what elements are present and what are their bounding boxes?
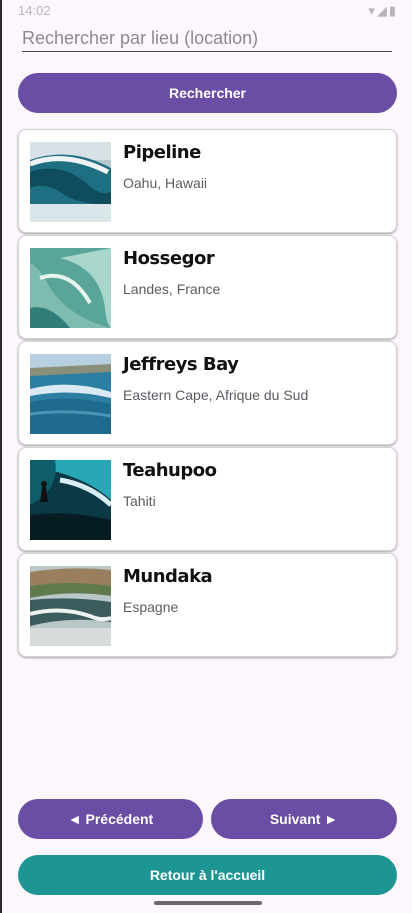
spot-name: Teahupoo	[123, 460, 217, 481]
spot-name: Jeffreys Bay	[123, 354, 239, 375]
surf-spot-list: Pipeline Oahu, Hawaii Hossegor Landes, F…	[18, 129, 397, 659]
gesture-home-indicator[interactable]	[154, 901, 262, 905]
river-mouth-wave-photo	[30, 566, 111, 646]
spot-location: Landes, France	[123, 281, 221, 297]
spot-card-jeffreys-bay[interactable]: Jeffreys Bay Eastern Cape, Afrique du Su…	[18, 341, 397, 445]
spot-location: Tahiti	[123, 493, 156, 509]
spot-location: Eastern Cape, Afrique du Sud	[123, 387, 309, 403]
coastline-wave-photo	[30, 354, 111, 434]
screen-edge	[0, 0, 2, 913]
status-icons: ▾◢▮	[368, 3, 398, 18]
spot-location: Espagne	[123, 599, 179, 615]
spot-card-pipeline[interactable]: Pipeline Oahu, Hawaii	[18, 129, 397, 233]
surfer-photo	[30, 460, 111, 540]
barrel-wave-photo	[30, 142, 111, 222]
status-time: 14:02	[18, 3, 51, 18]
curling-wave-photo	[30, 248, 111, 328]
back-to-home-button[interactable]: Retour à l'accueil	[18, 855, 397, 895]
status-bar: 14:02 ▾◢▮	[0, 0, 412, 22]
spot-name: Hossegor	[123, 248, 215, 269]
spot-name: Pipeline	[123, 142, 201, 163]
next-page-button[interactable]: Suivant ►	[211, 799, 397, 839]
location-search-input[interactable]	[22, 26, 392, 52]
spot-card-mundaka[interactable]: Mundaka Espagne	[18, 553, 397, 657]
previous-page-button[interactable]: ◄ Précédent	[18, 799, 203, 839]
spot-card-teahupoo[interactable]: Teahupoo Tahiti	[18, 447, 397, 551]
spot-card-hossegor[interactable]: Hossegor Landes, France	[18, 235, 397, 339]
spot-name: Mundaka	[123, 566, 213, 587]
search-button[interactable]: Rechercher	[18, 73, 397, 113]
spot-location: Oahu, Hawaii	[123, 175, 208, 191]
